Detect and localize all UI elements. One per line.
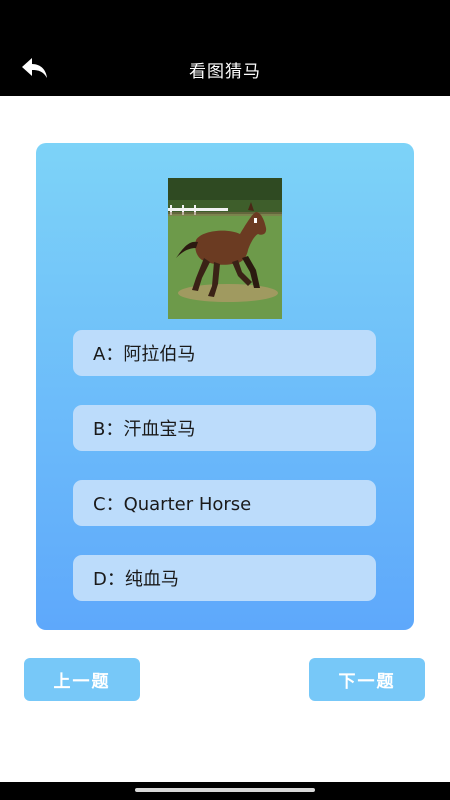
option-d[interactable]: D：纯血马 — [73, 555, 376, 601]
question-card: A：阿拉伯马 B：汗血宝马 C：Quarter Horse D：纯血马 — [36, 143, 414, 630]
top-bar: 看图猜马 — [0, 0, 450, 96]
option-b[interactable]: B：汗血宝马 — [73, 405, 376, 451]
horse-image — [168, 178, 282, 319]
page-title: 看图猜马 — [189, 62, 261, 82]
previous-question-button[interactable]: 上一题 — [24, 658, 140, 701]
bottom-bar — [0, 782, 450, 800]
next-question-button[interactable]: 下一题 — [309, 658, 425, 701]
option-c[interactable]: C：Quarter Horse — [73, 480, 376, 526]
home-indicator[interactable] — [135, 788, 315, 792]
option-a[interactable]: A：阿拉伯马 — [73, 330, 376, 376]
